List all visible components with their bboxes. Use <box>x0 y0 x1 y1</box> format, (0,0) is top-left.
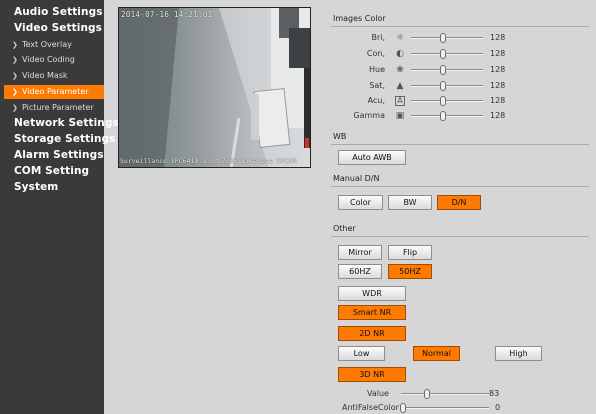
contrast-row: Con, ◐ 128 <box>333 48 513 60</box>
section-wb: WB <box>333 132 347 141</box>
chevron-right-icon: ❯ <box>12 104 18 112</box>
saturation-slider-track[interactable] <box>411 85 483 87</box>
nav-text-overlay[interactable]: ❯ Text Overlay <box>4 38 104 52</box>
smart-nr-button[interactable]: Smart NR <box>338 305 406 320</box>
nr-value-slider-thumb[interactable] <box>424 389 430 399</box>
nr-value: 83 <box>489 389 500 398</box>
sharpness-slider-track[interactable] <box>411 100 483 102</box>
2d-nr-button[interactable]: 2D NR <box>338 326 406 341</box>
brightness-value: 128 <box>490 33 506 42</box>
sidebar: Audio Settings Video Settings ❯ Text Over… <box>0 0 119 414</box>
chevron-right-icon: ❯ <box>12 41 18 49</box>
hue-value: 128 <box>490 65 506 74</box>
hue-icon: ❀ <box>396 65 404 75</box>
antifalsecolor-slider-track[interactable] <box>401 407 489 409</box>
nav-video-settings[interactable]: Video Settings <box>14 22 102 34</box>
nav-item-label: Video Coding <box>22 55 75 64</box>
hue-label: Hue <box>368 65 385 74</box>
nr-value-slider-track[interactable] <box>401 393 489 395</box>
chevron-right-icon: ❯ <box>12 56 18 64</box>
nav-network-settings[interactable]: Network Settings <box>14 117 119 129</box>
mirror-button[interactable]: Mirror <box>338 245 382 260</box>
contrast-slider-thumb[interactable] <box>440 49 446 59</box>
chevron-right-icon: ❯ <box>12 72 18 80</box>
section-manual-dn: Manual D/N <box>333 174 380 183</box>
contrast-label: Con, <box>366 49 385 58</box>
divider <box>331 26 589 27</box>
antifalsecolor-label: AntiFalseColor <box>342 403 399 412</box>
sharpness-slider-thumb[interactable] <box>440 96 446 106</box>
nav-item-label: Text Overlay <box>22 40 72 49</box>
nr-value-row: Value 83 <box>333 388 513 400</box>
saturation-value: 128 <box>490 81 506 90</box>
gamma-value: 128 <box>490 111 506 120</box>
video-timestamp: 2014-07-16 14:21:01 <box>121 10 213 19</box>
contrast-value: 128 <box>490 49 506 58</box>
sharpness-label: Acu, <box>367 96 385 105</box>
bw-mode-button[interactable]: BW <box>388 195 432 210</box>
brightness-slider-thumb[interactable] <box>440 33 446 43</box>
nr-high-button[interactable]: High <box>495 346 542 361</box>
50hz-button[interactable]: 50HZ <box>388 264 432 279</box>
3d-nr-button[interactable]: 3D NR <box>338 367 406 382</box>
nav-video-parameter[interactable]: ❯ Video Parameter <box>4 85 104 99</box>
antifalsecolor-slider-thumb[interactable] <box>400 403 406 413</box>
section-images-color: Images Color <box>333 14 386 23</box>
nav-picture-parameter[interactable]: ❯ Picture Parameter <box>4 101 104 115</box>
divider <box>331 236 589 237</box>
brightness-label: Bri, <box>371 33 385 42</box>
sharpness-icon: A <box>395 96 405 106</box>
camera-scene <box>119 8 310 167</box>
gamma-label: Gamma <box>353 111 385 120</box>
nav-video-coding[interactable]: ❯ Video Coding <box>4 53 104 67</box>
nav-alarm-settings[interactable]: Alarm Settings <box>14 149 104 161</box>
divider <box>331 144 589 145</box>
antifalsecolor-value: 0 <box>495 403 501 412</box>
sharpness-value: 128 <box>490 96 506 105</box>
nav-com-setting[interactable]: COM Setting <box>14 165 89 177</box>
gamma-icon: ▣ <box>395 111 405 121</box>
video-preview[interactable]: 2014-07-16 14:21:01 Surveillance IPC6418… <box>118 7 311 168</box>
contrast-icon: ◐ <box>396 49 404 59</box>
section-other: Other <box>333 224 356 233</box>
hue-slider-track[interactable] <box>411 69 483 71</box>
nav-item-label: Video Parameter <box>22 87 89 96</box>
hue-row: Hue ❀ 128 <box>333 64 513 76</box>
nav-storage-settings[interactable]: Storage Settings <box>14 133 116 145</box>
chevron-right-icon: ❯ <box>12 88 18 96</box>
hue-slider-thumb[interactable] <box>440 65 446 75</box>
nr-low-button[interactable]: Low <box>338 346 385 361</box>
gamma-row: Gamma ▣ 128 <box>333 110 513 122</box>
nav-item-label: Picture Parameter <box>22 103 94 112</box>
nr-normal-button[interactable]: Normal <box>413 346 460 361</box>
flip-button[interactable]: Flip <box>388 245 432 260</box>
nav-video-mask[interactable]: ❯ Video Mask <box>4 69 104 83</box>
wdr-button[interactable]: WDR <box>338 286 406 301</box>
saturation-row: Sat, ▲ 128 <box>333 80 513 92</box>
saturation-slider-thumb[interactable] <box>440 81 446 91</box>
saturation-label: Sat, <box>369 81 385 90</box>
antifalsecolor-row: AntiFalseColor 0 <box>333 402 513 414</box>
brightness-slider-track[interactable] <box>411 37 483 39</box>
gamma-slider-thumb[interactable] <box>440 111 446 121</box>
color-mode-button[interactable]: Color <box>338 195 383 210</box>
auto-awb-button[interactable]: Auto AWB <box>338 150 406 165</box>
gamma-slider-track[interactable] <box>411 115 483 117</box>
nav-item-label: Video Mask <box>22 71 68 80</box>
nav-audio-settings[interactable]: Audio Settings <box>14 6 103 18</box>
divider <box>331 186 589 187</box>
brightness-row: Bri, ☼ 128 <box>333 32 513 44</box>
nav-system[interactable]: System <box>14 181 58 193</box>
saturation-icon: ▲ <box>396 81 404 91</box>
brightness-icon: ☼ <box>395 33 405 43</box>
contrast-slider-track[interactable] <box>411 53 483 55</box>
60hz-button[interactable]: 60HZ <box>338 264 382 279</box>
nr-value-label: Value <box>367 389 389 398</box>
video-caption: Surveillance IPC6418 1.3M 720P Wireless … <box>120 157 297 165</box>
dn-mode-button[interactable]: D/N <box>437 195 481 210</box>
sharpness-row: Acu, A 128 <box>333 95 513 107</box>
